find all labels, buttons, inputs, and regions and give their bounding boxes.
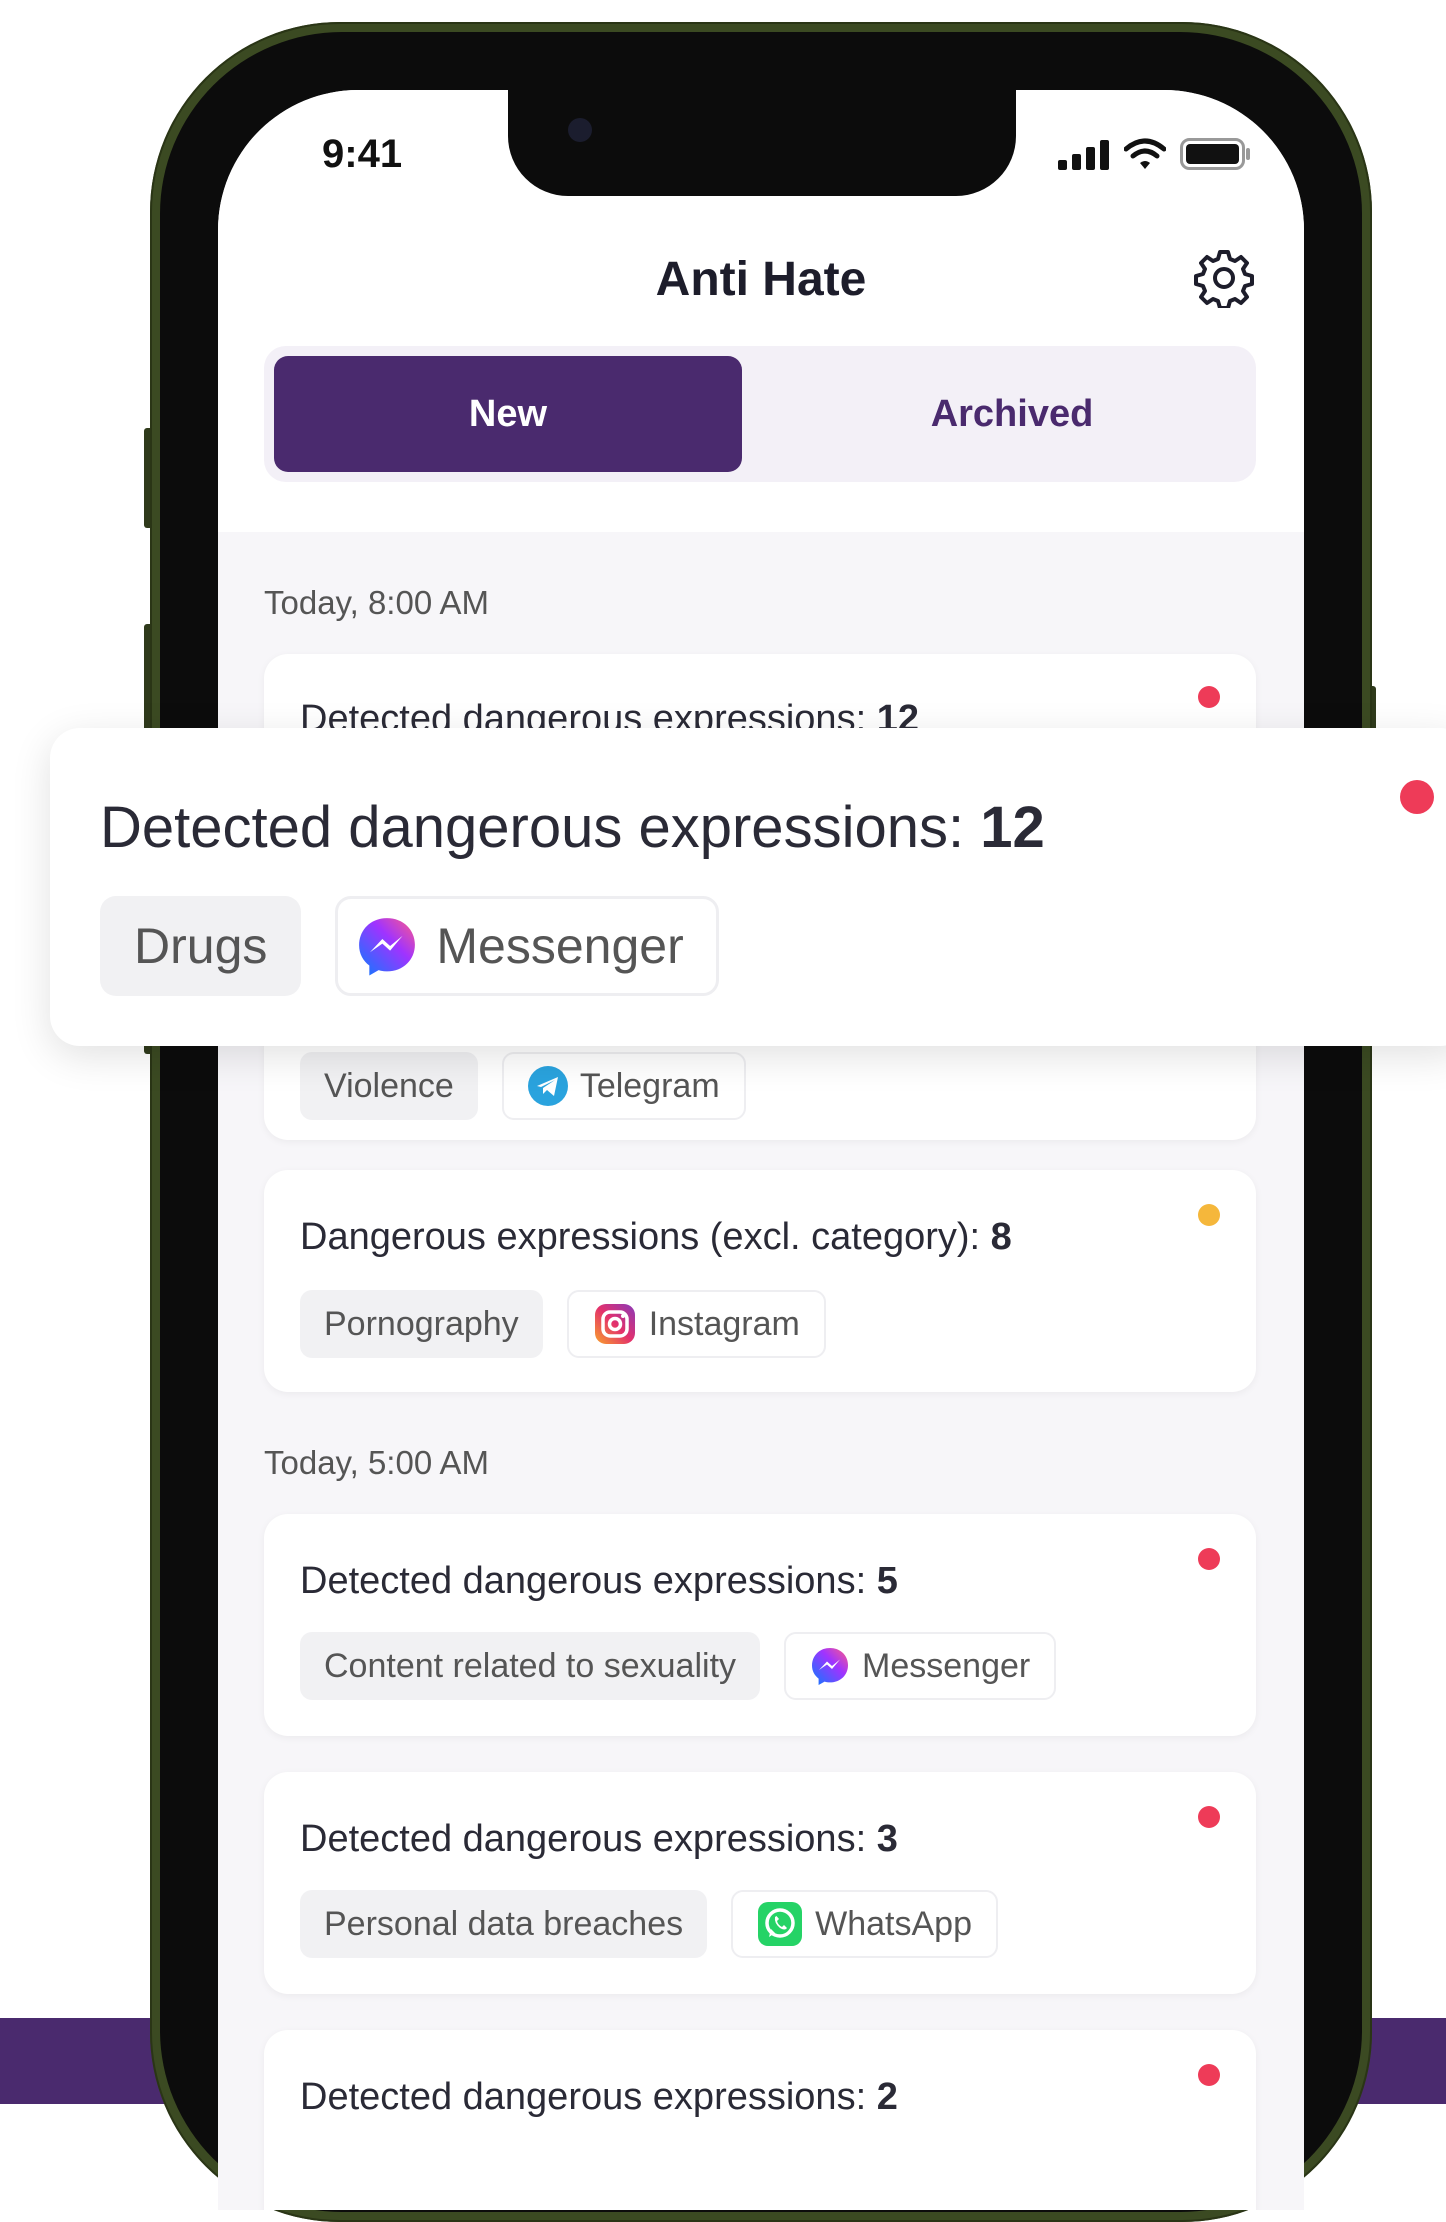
telegram-icon [527,1066,568,1106]
card-title: Detected dangerous expressions: 3 [300,1818,898,1860]
highlighted-alert-card[interactable]: Detected dangerous expressions: 12 Drugs… [50,728,1446,1046]
alert-dot [1198,1806,1220,1828]
alert-dot [1198,1204,1220,1226]
page-title: Anti Hate [655,253,867,306]
tab-new[interactable]: New [274,356,742,472]
app-header: 9:41 Anti Hate New Archived [218,90,1304,532]
phone-screen: 9:41 Anti Hate New Archived Today, 8:00 … [218,90,1304,2210]
section-label: Today, 5:00 AM [264,1444,490,1481]
alert-dot [1400,780,1434,814]
card-title: Detected dangerous expressions: 5 [300,1560,898,1602]
alert-dot [1198,1548,1220,1570]
alert-card[interactable]: Detected dangerous expressions: 3 Person… [264,1772,1256,1994]
whatsapp-icon [758,1902,803,1946]
signal-icon [1058,140,1109,170]
app-chip: Instagram [566,1290,826,1358]
status-icons [1058,138,1252,170]
category-chip: Personal data breaches [300,1890,708,1958]
phone-notch [508,90,1016,196]
card-chips: Personal data breaches WhatsApp [300,1890,998,1958]
category-chip: Drugs [100,896,302,996]
highlighted-card-title: Detected dangerous expressions: 12 [100,795,1045,860]
category-chip: Violence [300,1052,478,1120]
category-chip: Content related to sexuality [300,1632,761,1700]
app-chip: Messenger [784,1632,1057,1700]
section-label: Today, 8:00 AM [264,584,490,621]
app-chip: WhatsApp [731,1890,998,1958]
tab-bar: New Archived [264,346,1256,482]
card-title: Dangerous expressions (excl. category): … [300,1216,1012,1258]
messenger-icon [812,1648,849,1685]
category-chip: Pornography [300,1290,543,1358]
card-title: Detected dangerous expressions: 2 [300,2076,898,2118]
alert-card[interactable]: Detected dangerous expressions: 5 Conten… [264,1514,1256,1736]
alert-dot [1198,2064,1220,2086]
alert-card[interactable]: Detected dangerous expressions: 2 [264,2030,1256,2210]
messenger-icon [359,918,416,976]
card-chips: Pornography Instagram [300,1290,826,1358]
gear-icon[interactable] [1194,248,1254,308]
instagram-icon [594,1304,635,1344]
highlighted-card-chips: Drugs Messenger [100,896,719,996]
alert-dot [1198,686,1220,708]
camera-icon [568,118,592,142]
app-chip: Telegram [501,1052,746,1120]
card-chips: Content related to sexuality Messenger [300,1632,1057,1700]
alert-card[interactable]: Dangerous expressions (excl. category): … [264,1170,1256,1392]
status-time: 9:41 [322,132,403,176]
card-chips: Violence Telegram [300,1052,746,1120]
battery-icon [1180,138,1250,170]
wifi-icon [1124,138,1166,169]
tab-archived[interactable]: Archived [778,356,1246,472]
app-chip: Messenger [335,896,719,996]
